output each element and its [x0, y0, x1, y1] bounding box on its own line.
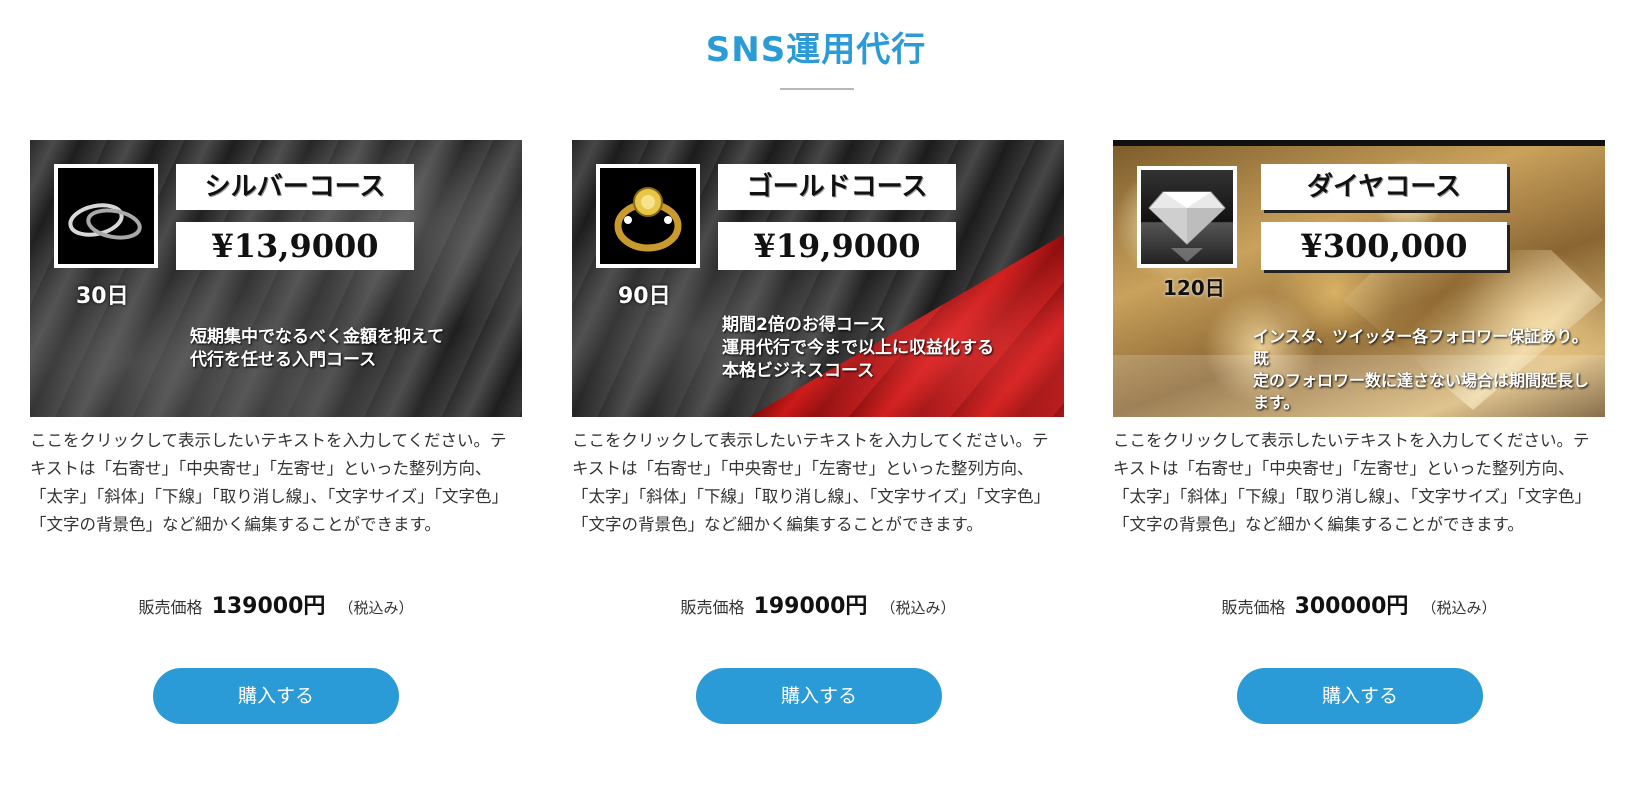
course-banner[interactable]: ダイヤコース ¥300,000 120日 インスタ、ツイッター各フォロワー保証あ… — [1113, 140, 1605, 417]
price-amount: 300000円 — [1294, 594, 1409, 619]
ring-thumbnail — [54, 164, 158, 268]
sales-price: 販売価格 300000円 （税込み） — [1113, 588, 1605, 620]
course-body-text: ここをクリックして表示したいテキストを入力してください。テキストは「右寄せ」「中… — [572, 431, 1051, 534]
course-body-text: ここをクリックして表示したいテキストを入力してください。テキストは「右寄せ」「中… — [30, 431, 509, 534]
banner-description-text: インスタ、ツイッター各フォロワー保証あり。既 — [1253, 327, 1588, 368]
tax-note: （税込み） — [1421, 599, 1497, 617]
course-name: シルバーコース — [176, 164, 414, 210]
course-duration: 30日 — [76, 284, 129, 309]
banner-description-text: 運用代行で今まで以上に収益化する — [722, 338, 994, 358]
buy-button[interactable]: 購入する — [153, 668, 399, 724]
banner-description-text: 期間2倍のお得コース — [722, 315, 886, 335]
course-duration: 120日 — [1163, 276, 1225, 300]
banner-description-text: 短期集中でなるべく金額を抑えて — [190, 327, 445, 347]
ring-icon — [68, 203, 142, 240]
course-card-diamond: ダイヤコース ¥300,000 120日 インスタ、ツイッター各フォロワー保証あ… — [1113, 140, 1605, 740]
buy-button[interactable]: 購入する — [696, 668, 942, 724]
section-title: SNS運用代行 — [705, 30, 927, 70]
course-body-text: ここをクリックして表示したいテキストを入力してください。テキストは「右寄せ」「中… — [1113, 431, 1592, 534]
gold-ring-icon — [614, 187, 682, 252]
banner-description-text: ます。 — [1253, 393, 1300, 412]
price-label: 販売価格 — [138, 598, 203, 617]
course-name: ゴールドコース — [718, 164, 956, 210]
price-amount: 139000円 — [211, 594, 326, 619]
banner-description-text: 定のフォロワー数に達さない場合は期間延長し — [1253, 371, 1590, 390]
banner-description-line: 期間2倍のお得コース運用代行で今まで以上に収益化する 本格ビジネスコース — [722, 314, 1042, 383]
banner-description-text: 代行を任せる入門コース — [190, 350, 377, 370]
banner-description: 期間2倍のお得コース運用代行で今まで以上に収益化する 本格ビジネスコース — [722, 314, 1042, 383]
banner-price: ¥13,9000 — [176, 222, 414, 270]
course-banner[interactable]: シルバーコース ¥13,9000 30日 短期集中でなるべく金額を抑えて 代行を任… — [30, 140, 522, 417]
course-banner[interactable]: ゴールドコース ¥19,9000 90日 期間2倍のお得コース運用代行で今まで以… — [572, 140, 1064, 417]
banner-description: 短期集中でなるべく金額を抑えて 代行を任せる入門コース — [190, 326, 510, 372]
course-duration: 90日 — [618, 284, 671, 309]
price-label: 販売価格 — [1221, 598, 1286, 617]
sales-price: 販売価格 139000円 （税込み） — [30, 588, 522, 620]
diamond-thumbnail — [1137, 166, 1237, 268]
course-card-silver: シルバーコース ¥13,9000 30日 短期集中でなるべく金額を抑えて 代行を任… — [30, 140, 522, 740]
sales-price: 販売価格 199000円 （税込み） — [572, 588, 1064, 620]
tax-note: （税込み） — [338, 599, 414, 617]
buy-button[interactable]: 購入する — [1237, 668, 1483, 724]
banner-price: ¥19,9000 — [718, 222, 956, 270]
banner-price: ¥300,000 — [1261, 222, 1507, 270]
price-amount: 199000円 — [753, 594, 868, 619]
banner-description-line: インスタ、ツイッター各フォロワー保証あり。既定のフォロワー数に達さない場合は期間… — [1253, 326, 1593, 414]
banner-description-text: 本格ビジネスコース — [722, 361, 875, 381]
ring-thumbnail — [596, 164, 700, 268]
title-divider — [780, 88, 854, 90]
banner-description-line: 短期集中でなるべく金額を抑えて 代行を任せる入門コース — [190, 326, 510, 372]
diamond-icon — [1148, 191, 1226, 262]
price-label: 販売価格 — [680, 598, 745, 617]
banner-description: インスタ、ツイッター各フォロワー保証あり。既定のフォロワー数に達さない場合は期間… — [1253, 326, 1593, 414]
course-name: ダイヤコース — [1261, 164, 1507, 210]
tax-note: （税込み） — [880, 599, 956, 617]
course-card-gold: ゴールドコース ¥19,9000 90日 期間2倍のお得コース運用代行で今まで以… — [572, 140, 1064, 740]
